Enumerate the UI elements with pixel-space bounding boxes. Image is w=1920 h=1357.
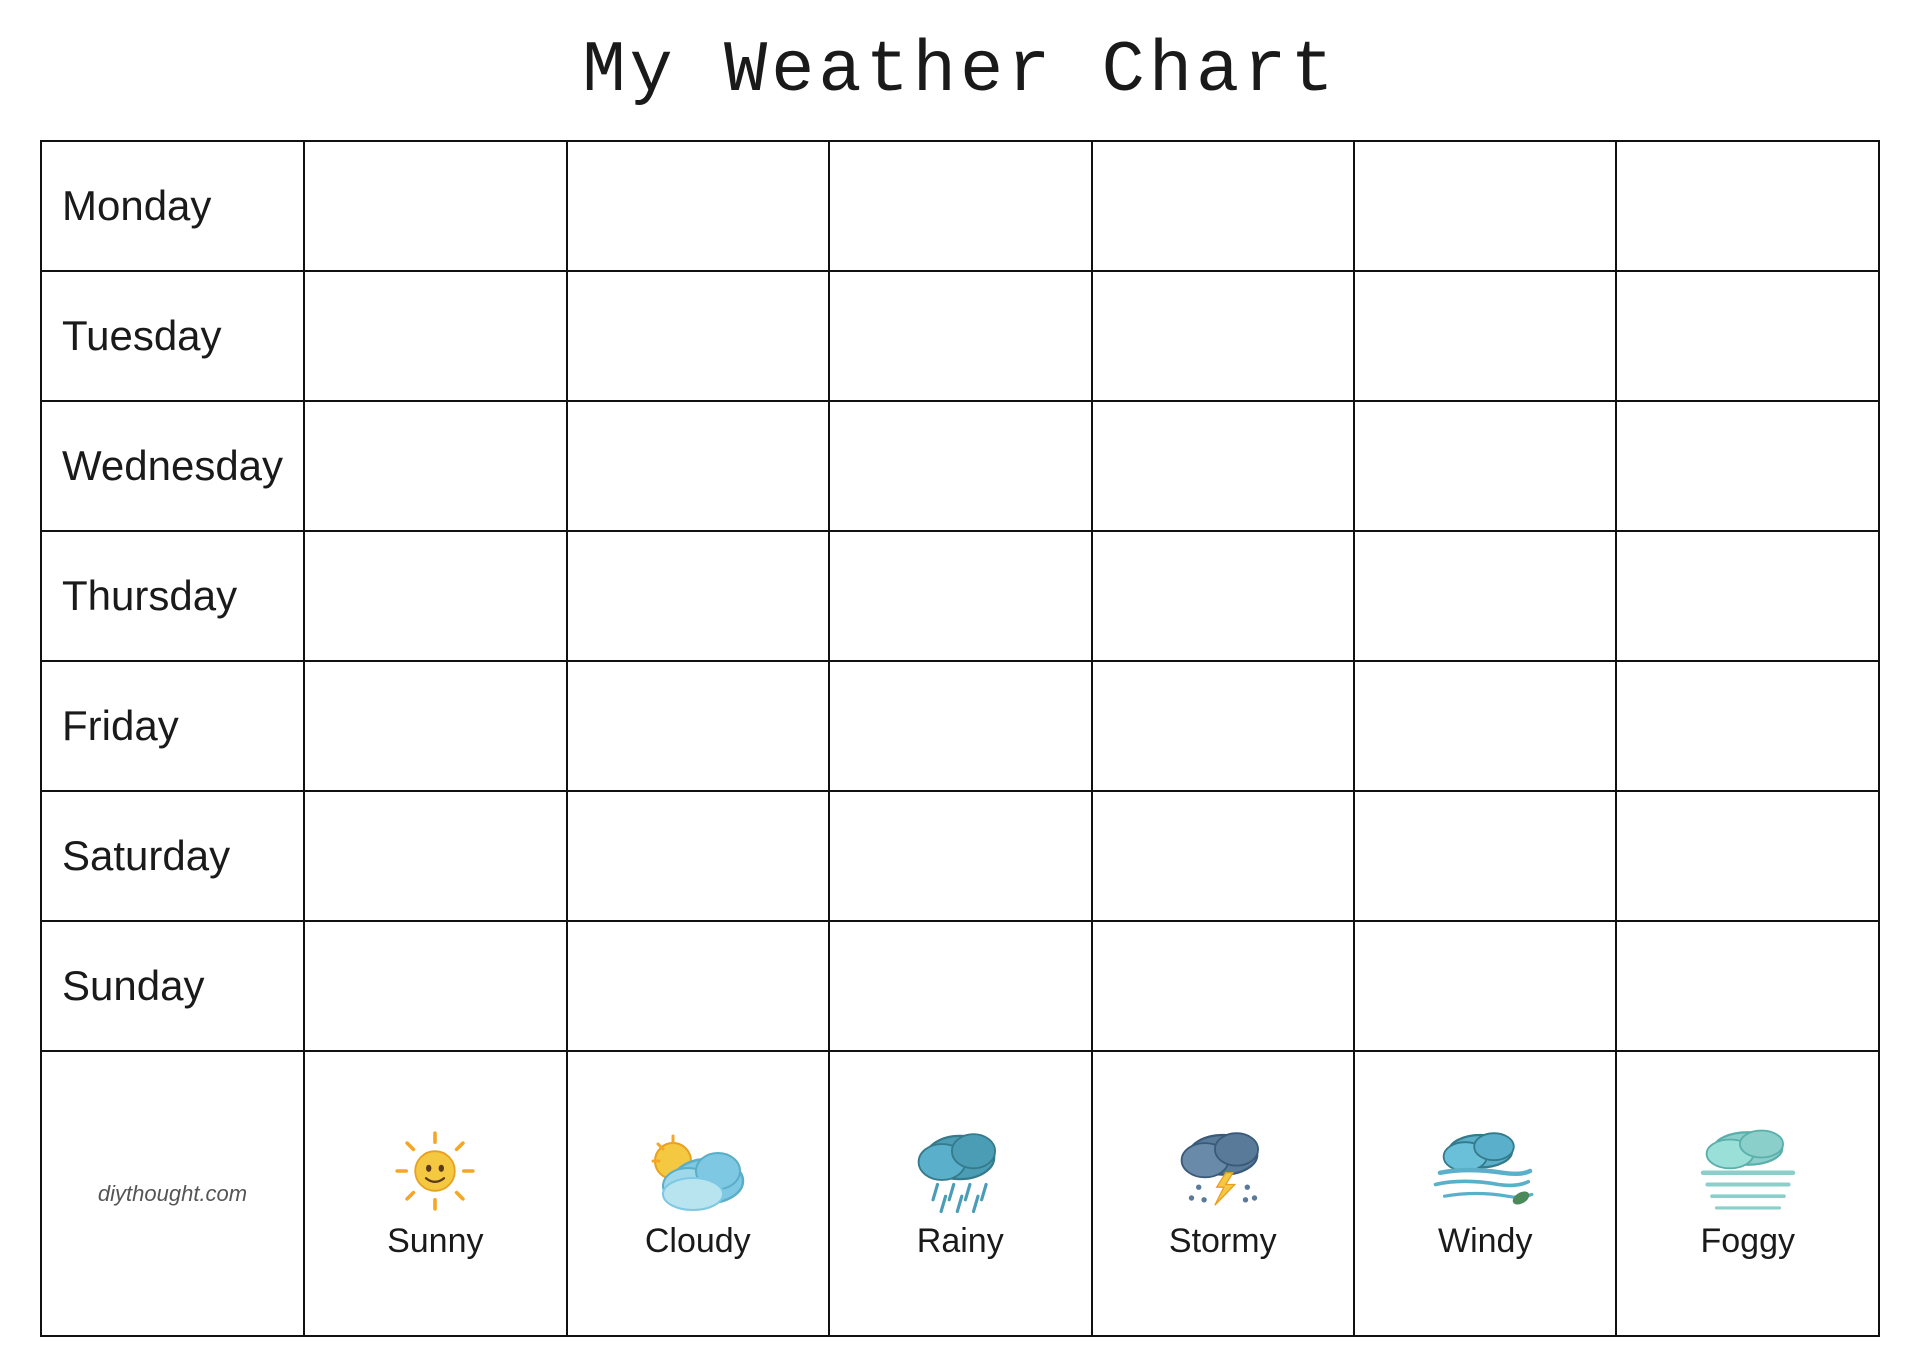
day-label-tuesday: Tuesday	[41, 271, 304, 401]
thursday-col3[interactable]	[829, 531, 1091, 661]
legend-sunny: Sunny	[304, 1051, 566, 1336]
legend-stormy: Stormy	[1092, 1051, 1354, 1336]
day-label-friday: Friday	[41, 661, 304, 791]
tuesday-col4[interactable]	[1092, 271, 1354, 401]
table-row: Monday	[41, 141, 1879, 271]
site-label: diythought.com	[41, 1051, 304, 1336]
thursday-col6[interactable]	[1616, 531, 1879, 661]
table-row: Wednesday	[41, 401, 1879, 531]
saturday-col4[interactable]	[1092, 791, 1354, 921]
monday-col1[interactable]	[304, 141, 566, 271]
monday-col6[interactable]	[1616, 141, 1879, 271]
windy-label: Windy	[1438, 1222, 1532, 1261]
page-title: My Weather Chart	[582, 30, 1337, 112]
friday-col4[interactable]	[1092, 661, 1354, 791]
stormy-icon	[1168, 1126, 1278, 1216]
tuesday-col5[interactable]	[1354, 271, 1616, 401]
day-label-thursday: Thursday	[41, 531, 304, 661]
legend-foggy: Foggy	[1616, 1051, 1879, 1336]
table-row: Tuesday	[41, 271, 1879, 401]
rainy-label: Rainy	[917, 1222, 1004, 1261]
monday-col4[interactable]	[1092, 141, 1354, 271]
tuesday-col2[interactable]	[567, 271, 829, 401]
legend-cloudy: Cloudy	[567, 1051, 829, 1336]
sunday-col2[interactable]	[567, 921, 829, 1051]
saturday-col2[interactable]	[567, 791, 829, 921]
legend-row: diythought.com	[41, 1051, 1879, 1336]
friday-col1[interactable]	[304, 661, 566, 791]
tuesday-col1[interactable]	[304, 271, 566, 401]
weather-chart-table: Monday Tuesday Wednesday	[40, 140, 1880, 1337]
wednesday-col4[interactable]	[1092, 401, 1354, 531]
thursday-col5[interactable]	[1354, 531, 1616, 661]
legend-windy: Windy	[1354, 1051, 1616, 1336]
saturday-col5[interactable]	[1354, 791, 1616, 921]
rainy-icon	[905, 1126, 1015, 1216]
wednesday-col3[interactable]	[829, 401, 1091, 531]
saturday-col6[interactable]	[1616, 791, 1879, 921]
wednesday-col2[interactable]	[567, 401, 829, 531]
friday-col6[interactable]	[1616, 661, 1879, 791]
sunday-col4[interactable]	[1092, 921, 1354, 1051]
monday-col2[interactable]	[567, 141, 829, 271]
table-row: Friday	[41, 661, 1879, 791]
friday-col5[interactable]	[1354, 661, 1616, 791]
friday-col3[interactable]	[829, 661, 1091, 791]
table-row: Saturday	[41, 791, 1879, 921]
sunday-col6[interactable]	[1616, 921, 1879, 1051]
day-label-sunday: Sunday	[41, 921, 304, 1051]
thursday-col1[interactable]	[304, 531, 566, 661]
wednesday-col5[interactable]	[1354, 401, 1616, 531]
day-label-monday: Monday	[41, 141, 304, 271]
table-row: Sunday	[41, 921, 1879, 1051]
thursday-col2[interactable]	[567, 531, 829, 661]
stormy-label: Stormy	[1169, 1222, 1277, 1261]
thursday-col4[interactable]	[1092, 531, 1354, 661]
sunny-label: Sunny	[387, 1222, 483, 1261]
monday-col3[interactable]	[829, 141, 1091, 271]
wednesday-col1[interactable]	[304, 401, 566, 531]
foggy-icon	[1693, 1126, 1803, 1216]
sunday-col1[interactable]	[304, 921, 566, 1051]
sunday-col5[interactable]	[1354, 921, 1616, 1051]
saturday-col3[interactable]	[829, 791, 1091, 921]
sunny-icon	[380, 1126, 490, 1216]
legend-rainy: Rainy	[829, 1051, 1091, 1336]
table-row: Thursday	[41, 531, 1879, 661]
wednesday-col6[interactable]	[1616, 401, 1879, 531]
chart-wrapper: Monday Tuesday Wednesday	[40, 140, 1880, 1337]
day-label-saturday: Saturday	[41, 791, 304, 921]
cloudy-icon	[643, 1126, 753, 1216]
saturday-col1[interactable]	[304, 791, 566, 921]
monday-col5[interactable]	[1354, 141, 1616, 271]
tuesday-col6[interactable]	[1616, 271, 1879, 401]
friday-col2[interactable]	[567, 661, 829, 791]
cloudy-label: Cloudy	[645, 1222, 751, 1261]
sunday-col3[interactable]	[829, 921, 1091, 1051]
foggy-label: Foggy	[1700, 1222, 1795, 1261]
windy-icon	[1430, 1126, 1540, 1216]
tuesday-col3[interactable]	[829, 271, 1091, 401]
day-label-wednesday: Wednesday	[41, 401, 304, 531]
